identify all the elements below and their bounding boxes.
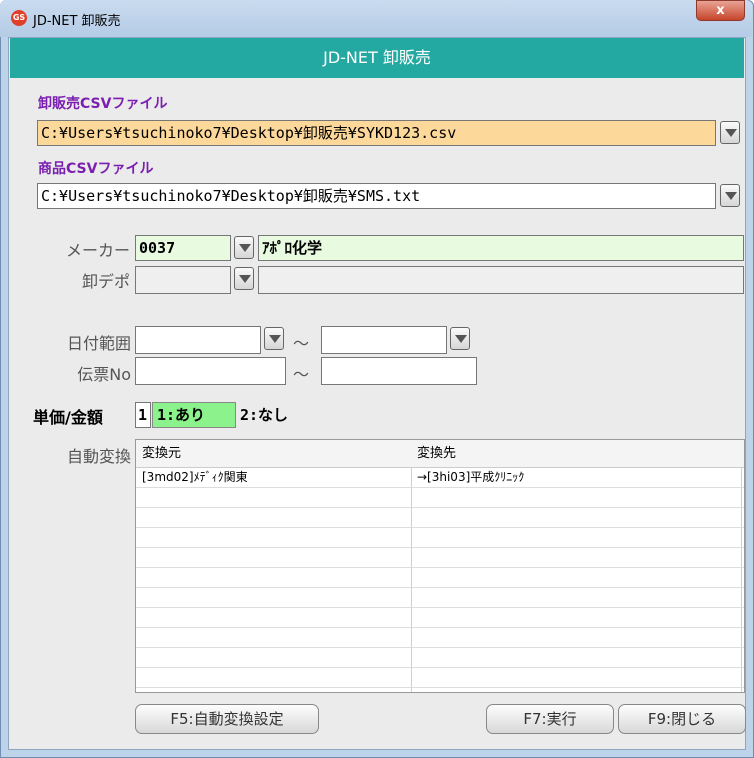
sales-csv-label: 卸販売CSVファイル: [38, 96, 168, 112]
auto-convert-settings-button[interactable]: F5:自動変換設定: [135, 704, 319, 734]
date-from-calendar-button[interactable]: [264, 327, 284, 350]
depot-label: 卸デポ: [81, 272, 130, 291]
window-title: JD-NET 卸販売: [33, 14, 121, 29]
grid-header-row: 変換元 変換先: [136, 440, 744, 468]
date-to-calendar-button[interactable]: [450, 327, 470, 350]
price-label: 単価/金額: [33, 408, 103, 427]
page-title: JD-NET 卸販売: [10, 38, 744, 78]
table-row[interactable]: [136, 568, 744, 588]
price-option-1[interactable]: 1:あり: [152, 402, 236, 428]
table-row[interactable]: [136, 528, 744, 548]
table-row[interactable]: [136, 608, 744, 628]
date-range-separator: ～: [293, 334, 310, 353]
table-row[interactable]: [136, 488, 744, 508]
date-range-label: 日付範囲: [66, 334, 131, 353]
table-row[interactable]: [136, 648, 744, 668]
maker-code-field[interactable]: 0037: [135, 235, 231, 261]
auto-convert-grid[interactable]: 変換元 変換先 [3md02]ﾒﾃﾞｨｸ関東 →[3hi03]平成ｸﾘﾆｯｸ: [135, 439, 745, 693]
date-to-field[interactable]: [321, 326, 447, 354]
product-csv-path-field[interactable]: C:¥Users¥tsuchinoko7¥Desktop¥卸販売¥SMS.txt: [37, 183, 716, 209]
app-icon: GS: [11, 10, 27, 26]
auto-convert-label: 自動変換: [66, 447, 131, 466]
depot-name-field: [258, 266, 744, 294]
date-from-field[interactable]: [135, 326, 261, 354]
grid-cell-target: →[3hi03]平成ｸﾘﾆｯｸ: [417, 470, 525, 484]
slip-no-separator: ～: [293, 365, 310, 384]
depot-code-field[interactable]: [135, 266, 231, 294]
maker-label: メーカー: [65, 241, 130, 260]
grid-header-target[interactable]: 変換先: [411, 440, 741, 467]
sales-csv-path-field[interactable]: C:¥Users¥tsuchinoko7¥Desktop¥卸販売¥SYKD123…: [37, 120, 716, 146]
table-row[interactable]: [136, 628, 744, 648]
maker-name-field: ｱﾎﾟﾛ化学: [258, 235, 744, 261]
product-csv-label: 商品CSVファイル: [38, 161, 154, 177]
table-row[interactable]: [136, 548, 744, 568]
table-row[interactable]: [136, 588, 744, 608]
close-button[interactable]: x: [696, 0, 745, 21]
price-option-2[interactable]: 2:なし: [240, 404, 288, 425]
close-dialog-button[interactable]: F9:閉じる: [618, 704, 746, 734]
depot-dropdown-button[interactable]: [234, 267, 254, 290]
execute-button[interactable]: F7:実行: [486, 704, 614, 734]
slip-no-label: 伝票No: [77, 365, 131, 384]
grid-header-source[interactable]: 変換元: [136, 440, 411, 467]
price-option-field[interactable]: 1: [135, 402, 151, 428]
slip-no-from-field[interactable]: [135, 357, 286, 385]
table-row[interactable]: [136, 668, 744, 688]
table-row[interactable]: [3md02]ﾒﾃﾞｨｸ関東 →[3hi03]平成ｸﾘﾆｯｸ: [136, 468, 744, 488]
maker-dropdown-button[interactable]: [234, 236, 254, 259]
sales-csv-dropdown-button[interactable]: [720, 121, 740, 144]
product-csv-dropdown-button[interactable]: [720, 184, 740, 207]
slip-no-to-field[interactable]: [321, 357, 477, 385]
table-row[interactable]: [136, 508, 744, 528]
grid-cell-source: [3md02]ﾒﾃﾞｨｸ関東: [142, 470, 248, 484]
